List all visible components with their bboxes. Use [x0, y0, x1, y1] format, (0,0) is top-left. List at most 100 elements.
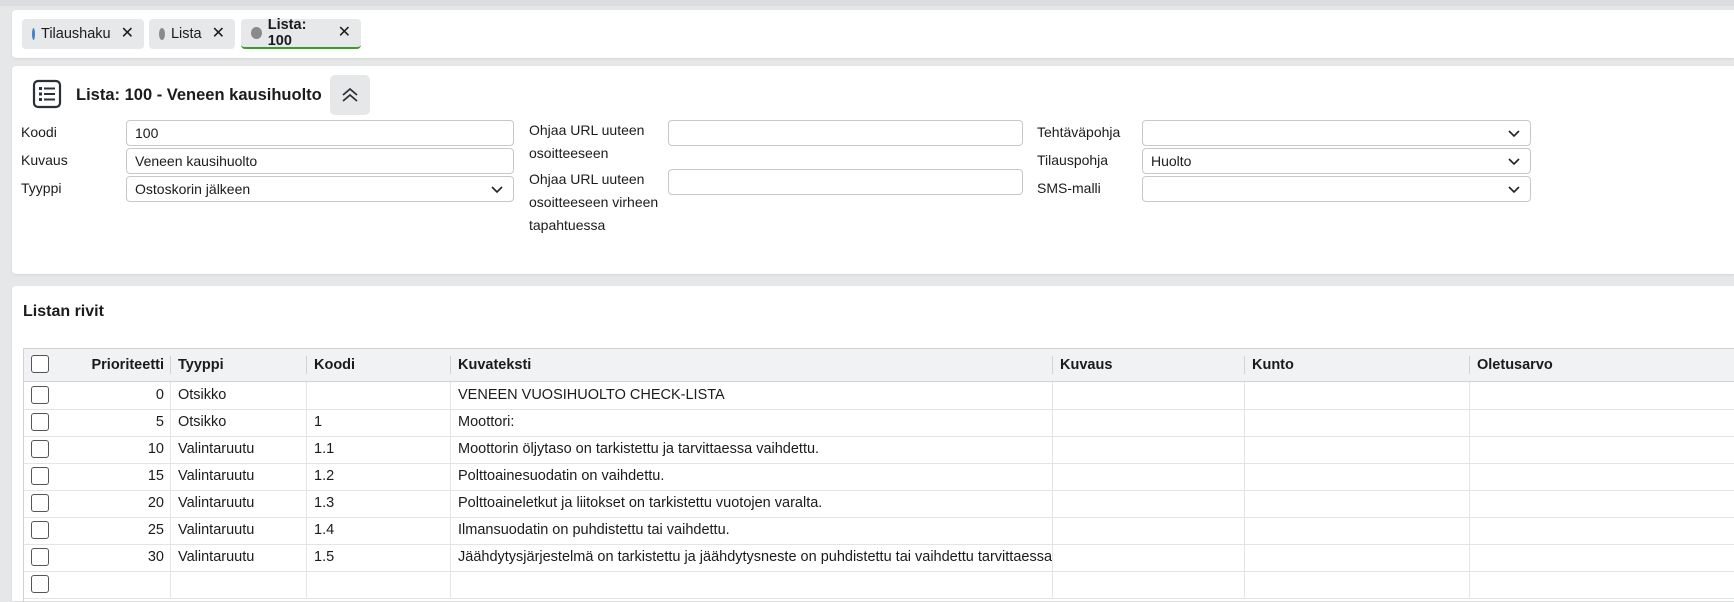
column-header-koodi[interactable]: Koodi	[307, 349, 450, 381]
close-icon[interactable]: ✕	[121, 26, 134, 42]
tehtavapohja-select[interactable]	[1142, 120, 1531, 146]
cell-kuvateksti: Moottori:	[458, 414, 515, 430]
cell-kuvateksti: Ilmansuodatin on puhdistettu tai vaihdet…	[458, 522, 730, 538]
tab-label: Lista	[170, 26, 202, 42]
cell-prioriteetti: 25	[147, 522, 164, 538]
tab-lista-100[interactable]: Lista: 100 ✕	[241, 17, 361, 49]
row-checkbox[interactable]	[31, 440, 49, 458]
table-row[interactable]: 20 Valintaruutu 1.3 Polttoaineletkut ja lii…	[24, 490, 1734, 518]
cell-kunto	[1245, 382, 1469, 409]
table-row[interactable]: 15 Valintaruutu 1.2 Polttoainesuodatin on v…	[24, 463, 1734, 491]
sms-malli-select[interactable]	[1142, 176, 1531, 202]
cell-kuvateksti: Polttoaineletkut ja liitokset on tarkist…	[458, 495, 823, 511]
cell-kuvaus	[1053, 571, 1244, 598]
section-title: Listan rivit	[23, 303, 104, 320]
cell-kuvateksti: Jäähdytysjärjestelmä on tarkistettu ja j…	[458, 549, 1052, 565]
select-all-checkbox[interactable]	[31, 355, 49, 373]
cell-kuvaus	[1053, 517, 1244, 544]
tehtavapohja-label: Tehtäväpohja	[1037, 124, 1121, 140]
column-header-prioriteetti[interactable]: Prioriteetti	[58, 349, 171, 381]
table-row[interactable]	[24, 571, 1734, 599]
cell-kuvaus	[1053, 463, 1244, 490]
cell-prioriteetti: 0	[155, 387, 164, 403]
row-checkbox[interactable]	[31, 521, 49, 539]
kuvaus-label: Kuvaus	[21, 152, 68, 168]
tilauspohja-value: Huolto	[1151, 153, 1192, 169]
cell-kuvateksti: Moottorin öljytaso on tarkistettu ja tar…	[458, 441, 820, 457]
koodi-label: Koodi	[21, 124, 57, 140]
cell-koodi	[307, 382, 450, 409]
chevron-down-icon	[491, 186, 503, 194]
tab-label: Lista: 100	[267, 17, 307, 49]
tyyppi-select[interactable]: Ostoskorin jälkeen	[126, 176, 514, 202]
redirect-error-url-field[interactable]	[668, 169, 1023, 195]
tab-bar: Tilaushaku ✕ Lista ✕ Lista: 100 ✕	[12, 10, 1734, 58]
cell-kuvateksti	[451, 571, 1052, 598]
chevron-down-icon	[1508, 130, 1520, 138]
close-icon[interactable]: ✕	[212, 26, 225, 42]
cell-tyyppi	[171, 571, 306, 598]
chevron-double-up-icon	[342, 87, 358, 102]
table-row[interactable]: 30 Valintaruutu 1.5 Jäähdytysjärjestelmä on…	[24, 544, 1734, 572]
label-line: osoitteeseen	[529, 145, 609, 161]
cell-oletusarvo	[1470, 517, 1734, 544]
cell-oletusarvo	[1470, 436, 1734, 463]
cell-koodi	[307, 571, 450, 598]
cell-oletusarvo	[1470, 490, 1734, 517]
cell-tyyppi: Otsikko	[178, 387, 227, 403]
chevron-down-icon	[1508, 158, 1520, 166]
row-checkbox[interactable]	[31, 548, 49, 566]
cell-kunto	[1245, 436, 1469, 463]
close-icon[interactable]: ✕	[338, 25, 351, 41]
cell-kuvaus	[1053, 382, 1244, 409]
status-dot-icon	[159, 28, 165, 40]
column-header-kunto[interactable]: Kunto	[1245, 349, 1469, 381]
label-line: Ohjaa URL uuteen	[529, 122, 645, 138]
kuvaus-field[interactable]: Veneen kausihuolto	[126, 148, 514, 174]
table-row[interactable]: 25 Valintaruutu 1.4 Ilmansuodatin on puhdis…	[24, 517, 1734, 545]
cell-tyyppi: Valintaruutu	[178, 468, 255, 484]
koodi-field[interactable]: 100	[126, 120, 514, 146]
table-row[interactable]: 0 Otsikko VENEEN VUOSIHUOLTO CHECK-LISTA	[24, 382, 1734, 410]
row-checkbox[interactable]	[31, 386, 49, 404]
column-header-tyyppi[interactable]: Tyyppi	[171, 349, 306, 381]
table-row[interactable]: 10 Valintaruutu 1.1 Moottorin öljytaso on t…	[24, 436, 1734, 464]
cell-prioriteetti: 15	[147, 468, 164, 484]
cell-kuvaus	[1053, 490, 1244, 517]
cell-kunto	[1245, 544, 1469, 571]
label-line: tapahtuessa	[529, 217, 606, 233]
page-title: Lista: 100 - Veneen kausihuolto	[76, 86, 322, 104]
tab-lista[interactable]: Lista ✕	[149, 19, 235, 49]
row-checkbox[interactable]	[31, 413, 49, 431]
grid-header: Prioriteetti Tyyppi Koodi Kuvateksti Kuv…	[24, 349, 1734, 382]
row-checkbox[interactable]	[31, 494, 49, 512]
column-header-oletusarvo[interactable]: Oletusarvo	[1470, 349, 1734, 381]
cell-tyyppi: Valintaruutu	[178, 549, 255, 565]
cell-kunto	[1245, 571, 1469, 598]
redirect-url-field[interactable]	[668, 120, 1023, 146]
chevron-down-icon	[1508, 186, 1520, 194]
row-checkbox[interactable]	[31, 575, 49, 593]
cell-oletusarvo	[1470, 544, 1734, 571]
cell-koodi: 1.5	[314, 549, 335, 565]
tab-label: Tilaushaku	[41, 26, 111, 42]
list-icon	[32, 79, 62, 109]
cell-prioriteetti: 30	[147, 549, 164, 565]
label-line: osoitteeseen virheen	[529, 194, 659, 210]
tab-tilaushaku[interactable]: Tilaushaku ✕	[22, 19, 144, 49]
cell-kuvateksti: Polttoainesuodatin on vaihdettu.	[458, 468, 665, 484]
redirect-error-url-label: Ohjaa URL uuteen osoitteeseen virheen ta…	[529, 168, 658, 237]
column-header-kuvaus[interactable]: Kuvaus	[1053, 349, 1244, 381]
status-dot-icon	[251, 27, 262, 39]
redirect-url-label: Ohjaa URL uuteen osoitteeseen	[529, 119, 644, 165]
collapse-button[interactable]	[330, 75, 370, 115]
column-header-kuvateksti[interactable]: Kuvateksti	[451, 349, 1052, 381]
cell-koodi: 1.4	[314, 522, 335, 538]
table-row[interactable]: 5 Otsikko 1 Moottori:	[24, 409, 1734, 437]
tilauspohja-select[interactable]: Huolto	[1142, 148, 1531, 174]
top-strip	[0, 0, 1734, 6]
row-checkbox[interactable]	[31, 467, 49, 485]
tyyppi-label: Tyyppi	[21, 180, 62, 196]
cell-kuvateksti: VENEEN VUOSIHUOLTO CHECK-LISTA	[458, 387, 725, 403]
cell-koodi: 1.2	[314, 468, 335, 484]
